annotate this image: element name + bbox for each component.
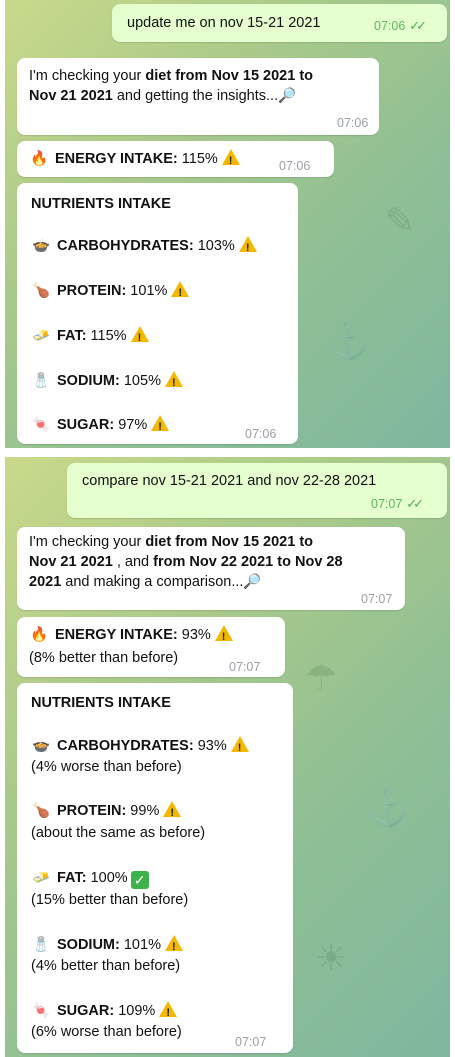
chat-panel-2: ☂ ⚓ ☀ compare nov 15-21 2021 and nov 22-…: [5, 457, 450, 1057]
nutrient-note: (15% better than before): [31, 892, 189, 908]
message-time: 07:06: [279, 159, 311, 173]
nutrient-note: (6% worse than before): [31, 1024, 182, 1040]
warning-icon: [164, 935, 183, 957]
warning-icon: [214, 625, 233, 647]
nutrients-message-bubble[interactable]: NUTRIENTS INTAKE 🍲CARBOHYDRATES: 103% 🍗P…: [17, 183, 298, 444]
message-time: 07:07: [235, 1035, 267, 1049]
pot-icon: 🍲: [31, 738, 51, 754]
background-pattern: ⚓: [365, 787, 410, 828]
salt-icon: 🧂: [31, 373, 51, 389]
double-check-icon: ✓✓: [406, 496, 424, 511]
nutrient-row-protein: 🍗 PROTEIN: 99%: [31, 801, 182, 823]
magnifier-icon: 🔎: [278, 88, 297, 104]
background-pattern: ☀: [315, 937, 348, 978]
nutrient-row-protein: 🍗 PROTEIN: 101%: [31, 281, 190, 303]
background-pattern: ⚓: [325, 320, 370, 361]
warning-icon: [238, 236, 257, 258]
message-time: 07:06 ✓✓: [374, 18, 427, 33]
warning-icon: [221, 149, 240, 171]
nutrient-row-sodium: 🧂 SODIUM: 101%: [31, 935, 183, 957]
candy-icon: 🍬: [31, 1003, 51, 1019]
message-time: 07:07 ✓✓: [371, 496, 424, 511]
fire-icon: 🔥: [29, 627, 49, 643]
user-message-bubble[interactable]: compare nov 15-21 2021 and nov 22-28 202…: [67, 463, 447, 518]
energy-message-bubble[interactable]: 🔥ENERGY INTAKE: 93% (8% better than befo…: [17, 617, 285, 677]
salt-icon: 🧂: [31, 937, 51, 953]
nutrient-row-sugar: 🍬 SUGAR: 97%: [31, 415, 170, 437]
magnifier-icon: 🔎: [243, 574, 262, 590]
bot-message-bubble[interactable]: I'm checking your diet from Nov 15 2021 …: [17, 527, 405, 610]
nutrient-row-fat: 🧈 FAT: 100% ✓: [31, 868, 149, 889]
background-pattern: ☂: [305, 657, 338, 698]
bot-message-text: I'm checking your diet from Nov 15 2021 …: [29, 534, 343, 590]
nutrient-row-sodium: 🧂 SODIUM: 105%: [31, 371, 183, 393]
nutrient-note: (about the same as before): [31, 825, 206, 841]
warning-icon: [163, 801, 182, 823]
energy-message-bubble[interactable]: 🔥ENERGY INTAKE: 115% 07:06: [17, 141, 334, 177]
nutrient-row-carbohydrates: 🍲 CARBOHYDRATES: 103%: [31, 236, 257, 258]
user-message-text: compare nov 15-21 2021 and nov 22-28 202…: [82, 473, 377, 489]
nutrient-note: (4% worse than before): [31, 759, 182, 775]
fire-icon: 🔥: [29, 151, 49, 167]
nutrient-row-sugar: 🍬 SUGAR: 109%: [31, 1001, 178, 1023]
message-time: 07:06: [245, 427, 277, 441]
nutrients-message-bubble[interactable]: NUTRIENTS INTAKE 🍲CARBOHYDRATES: 93% (4%…: [17, 683, 293, 1053]
warning-icon: [171, 281, 190, 303]
user-message-text: update me on nov 15-21 2021: [127, 15, 321, 31]
user-message-bubble[interactable]: update me on nov 15-21 2021 07:06 ✓✓: [112, 4, 447, 42]
message-time: 07:07: [361, 592, 393, 606]
energy-row: 🔥 ENERGY INTAKE: 115%: [29, 149, 240, 171]
check-mark-icon: ✓: [130, 871, 149, 889]
nutrient-row-carbohydrates: 🍲 CARBOHYDRATES: 93%: [31, 736, 249, 758]
chat-panel-1: ☂ ✎ ⚓ update me on nov 15-21 2021 07:06✓…: [5, 0, 450, 448]
warning-icon: [151, 415, 170, 437]
energy-note: (8% better than before): [29, 650, 179, 666]
background-pattern: ✎: [385, 200, 416, 241]
double-check-icon: ✓✓: [409, 18, 427, 33]
meat-icon: 🍗: [31, 283, 51, 299]
warning-icon: [130, 326, 149, 348]
butter-icon: 🧈: [31, 328, 51, 344]
butter-icon: 🧈: [31, 870, 51, 886]
message-time: 07:06: [337, 116, 369, 130]
warning-icon: [230, 736, 249, 758]
nutrients-title: NUTRIENTS INTAKE: [31, 196, 171, 212]
meat-icon: 🍗: [31, 803, 51, 819]
nutrients-title: NUTRIENTS INTAKE: [31, 695, 171, 711]
candy-icon: 🍬: [31, 417, 51, 433]
energy-row: 🔥 ENERGY INTAKE: 93%: [29, 625, 233, 647]
message-time: 07:07: [229, 660, 261, 674]
bot-message-bubble[interactable]: I'm checking your diet from Nov 15 2021 …: [17, 58, 379, 135]
pot-icon: 🍲: [31, 238, 51, 254]
bot-message-text: I'm checking your diet from Nov 15 2021 …: [29, 68, 314, 104]
nutrient-row-fat: 🧈 FAT: 115%: [31, 326, 149, 348]
nutrient-note: (4% better than before): [31, 958, 181, 974]
warning-icon: [159, 1001, 178, 1023]
warning-icon: [164, 371, 183, 393]
